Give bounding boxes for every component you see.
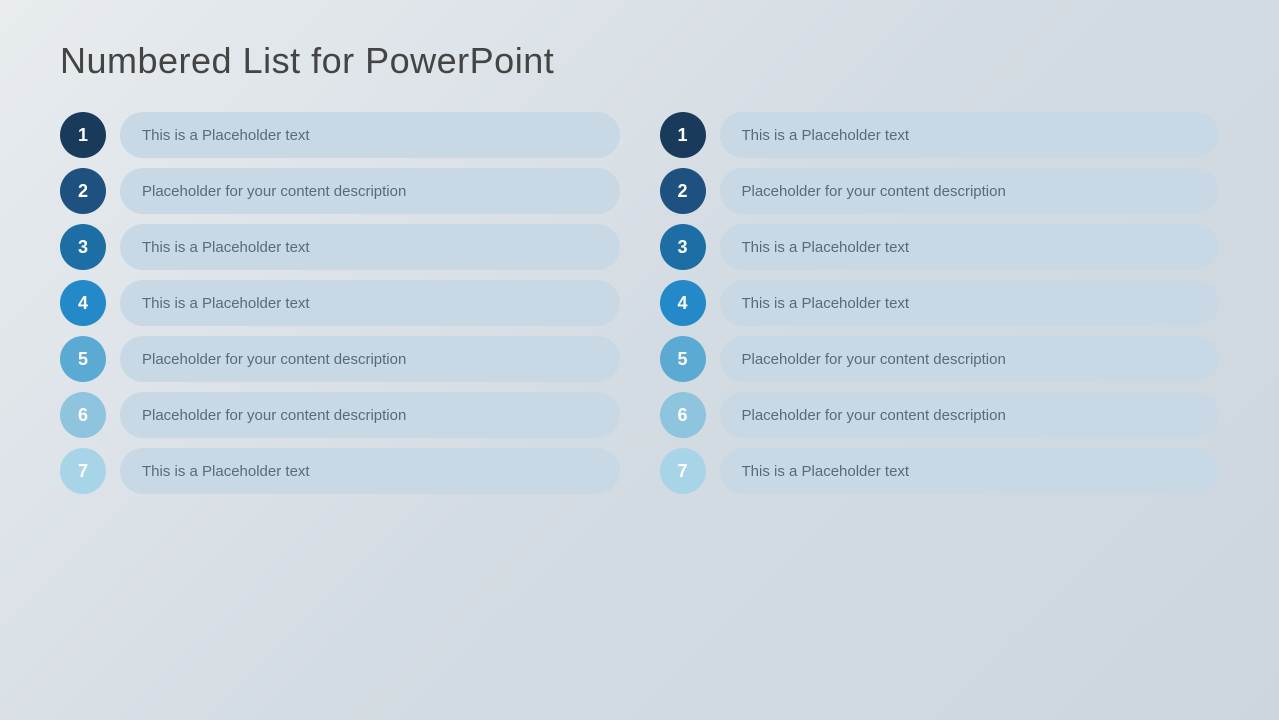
item-text: Placeholder for your content description	[720, 168, 1220, 214]
left-column: 1 This is a Placeholder text 2 Placeholder …	[60, 112, 620, 690]
number-badge: 5	[660, 336, 706, 382]
number-badge: 5	[60, 336, 106, 382]
item-text: This is a Placeholder text	[120, 224, 620, 270]
item-text: This is a Placeholder text	[720, 224, 1220, 270]
item-text: This is a Placeholder text	[120, 112, 620, 158]
item-text: This is a Placeholder text	[720, 448, 1220, 494]
number-badge: 6	[660, 392, 706, 438]
item-text: Placeholder for your content description	[120, 336, 620, 382]
list-item: 4 This is a Placeholder text	[660, 280, 1220, 326]
number-badge: 3	[660, 224, 706, 270]
item-text: Placeholder for your content description	[720, 392, 1220, 438]
number-badge: 1	[60, 112, 106, 158]
number-badge: 3	[60, 224, 106, 270]
number-badge: 7	[660, 448, 706, 494]
number-badge: 7	[60, 448, 106, 494]
list-item: 7 This is a Placeholder text	[660, 448, 1220, 494]
item-text: This is a Placeholder text	[720, 280, 1220, 326]
slide-title: Numbered List for PowerPoint	[60, 40, 1219, 82]
item-text: This is a Placeholder text	[120, 280, 620, 326]
right-column: 1 This is a Placeholder text 2 Placeholder …	[660, 112, 1220, 690]
item-text: Placeholder for your content description	[120, 168, 620, 214]
list-item: 6 Placeholder for your content descriptio…	[660, 392, 1220, 438]
list-item: 3 This is a Placeholder text	[60, 224, 620, 270]
list-item: 2 Placeholder for your content descriptio…	[660, 168, 1220, 214]
slide: Numbered List for PowerPoint 1 This is a …	[0, 0, 1279, 720]
item-text: This is a Placeholder text	[120, 448, 620, 494]
list-item: 5 Placeholder for your content descriptio…	[60, 336, 620, 382]
number-badge: 4	[60, 280, 106, 326]
list-item: 1 This is a Placeholder text	[660, 112, 1220, 158]
number-badge: 2	[660, 168, 706, 214]
content-area: 1 This is a Placeholder text 2 Placeholder …	[60, 112, 1219, 690]
list-item: 7 This is a Placeholder text	[60, 448, 620, 494]
list-item: 2 Placeholder for your content descriptio…	[60, 168, 620, 214]
list-item: 3 This is a Placeholder text	[660, 224, 1220, 270]
list-item: 5 Placeholder for your content descriptio…	[660, 336, 1220, 382]
list-item: 4 This is a Placeholder text	[60, 280, 620, 326]
number-badge: 6	[60, 392, 106, 438]
list-item: 1 This is a Placeholder text	[60, 112, 620, 158]
list-item: 6 Placeholder for your content descriptio…	[60, 392, 620, 438]
item-text: This is a Placeholder text	[720, 112, 1220, 158]
number-badge: 4	[660, 280, 706, 326]
number-badge: 2	[60, 168, 106, 214]
number-badge: 1	[660, 112, 706, 158]
item-text: Placeholder for your content description	[720, 336, 1220, 382]
item-text: Placeholder for your content description	[120, 392, 620, 438]
